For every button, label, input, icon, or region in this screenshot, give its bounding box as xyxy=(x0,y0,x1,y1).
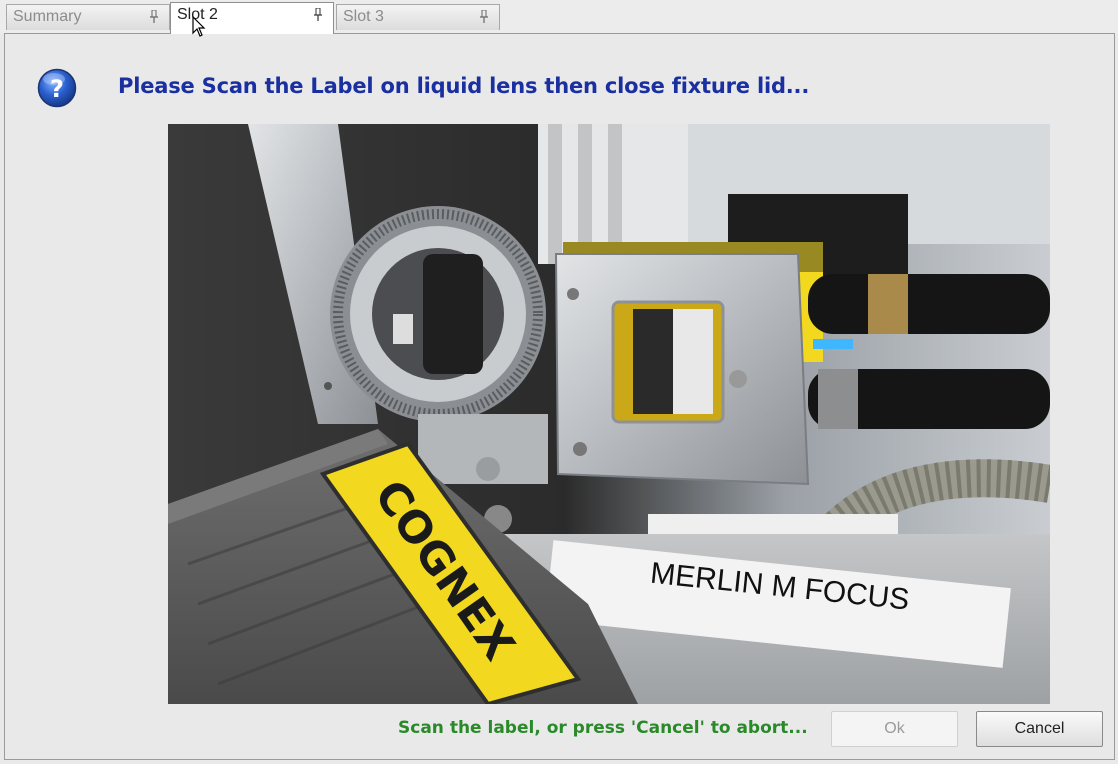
tab-summary[interactable]: Summary xyxy=(6,4,170,30)
pin-icon[interactable] xyxy=(479,5,489,24)
pin-icon[interactable] xyxy=(313,3,323,22)
question-icon: ? xyxy=(37,68,77,108)
status-text: Scan the label, or press 'Cancel' to abo… xyxy=(398,718,808,738)
tab-slot-3[interactable]: Slot 3 xyxy=(336,4,500,30)
pin-icon[interactable] xyxy=(149,5,159,24)
svg-text:?: ? xyxy=(50,75,64,103)
tab-label: Slot 3 xyxy=(343,8,384,25)
mouse-cursor-icon xyxy=(192,15,206,43)
ok-button[interactable]: Ok xyxy=(831,711,958,747)
tab-label: Summary xyxy=(13,8,82,25)
cancel-button[interactable]: Cancel xyxy=(976,711,1103,747)
tab-strip: Summary Slot 2 Slot 3 xyxy=(0,0,1118,34)
prompt-text: Please Scan the Label on liquid lens the… xyxy=(118,74,810,98)
fixture-photo: MERLIN M FOCUS COGNEX xyxy=(168,124,1050,704)
